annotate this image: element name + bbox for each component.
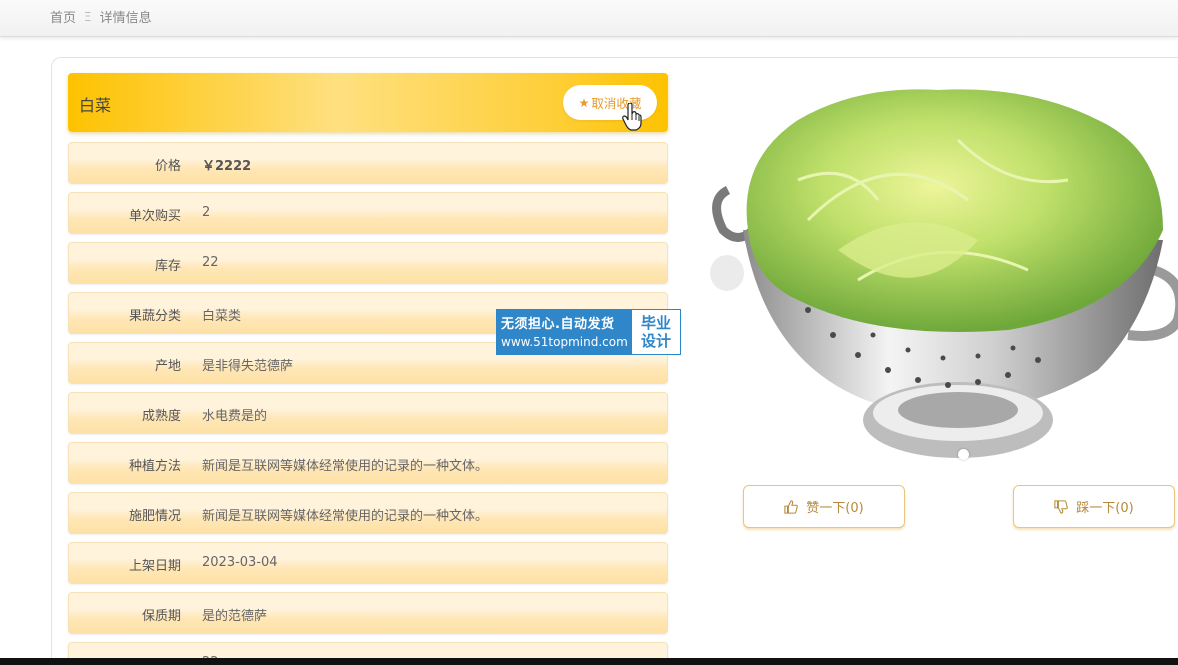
detail-row: 上架日期 2023-03-04 (68, 542, 668, 584)
detail-value: 2023-03-04 (202, 555, 278, 570)
watermark-badge-top: 毕业 (640, 314, 671, 332)
detail-row: 保质期 是的范德萨 (68, 592, 668, 634)
detail-value: 新闻是互联网等媒体经常使用的记录的一种文体。 (202, 459, 489, 474)
detail-label: 价格 (154, 159, 181, 174)
like-label: 赞一下(0) (806, 501, 864, 516)
breadcrumb-separator: Ξ (84, 9, 92, 24)
top-bar: 首页 Ξ 详情信息 (0, 0, 1178, 37)
bottom-strip (0, 658, 1178, 665)
detail-label: 果蔬分类 (128, 309, 181, 324)
detail-label: 单次购买 (128, 209, 181, 224)
product-title-bar: 白菜 ★ 取消收藏 (68, 73, 668, 132)
product-image (712, 89, 1178, 458)
detail-label: 产地 (154, 359, 181, 374)
watermark-slogan: 无须担心.自动发货 (501, 317, 615, 332)
breadcrumb: 首页 Ξ 详情信息 (50, 7, 152, 27)
thumbs-down-icon (1054, 499, 1069, 514)
dislike-label: 踩一下(0) (1076, 501, 1134, 516)
detail-label: 种植方法 (128, 459, 181, 474)
watermark-banner: 无须担心.自动发货 www.51topmind.com 毕业 设计 (496, 309, 681, 355)
cancel-favorite-button[interactable]: ★ 取消收藏 (563, 85, 657, 120)
detail-label: 库存 (154, 259, 181, 274)
star-icon: ★ (578, 95, 590, 110)
like-button[interactable]: 赞一下(0) (743, 485, 905, 528)
carousel-indicator[interactable] (958, 449, 969, 460)
detail-value: 22 (202, 255, 219, 270)
detail-value: 是非得失范德萨 (202, 359, 294, 374)
watermark-badge-bottom: 设计 (640, 332, 671, 350)
detail-value: 是的范德萨 (202, 609, 268, 624)
detail-value: ￥2222 (202, 159, 252, 174)
product-title: 白菜 (79, 96, 112, 115)
detail-label: 保质期 (141, 609, 181, 624)
detail-value: 2 (202, 205, 211, 220)
detail-row: 价格 ￥2222 (68, 142, 668, 184)
detail-value: 白菜类 (202, 309, 242, 324)
detail-label: 上架日期 (128, 559, 181, 574)
carousel-prev-button[interactable] (710, 255, 744, 291)
thumbs-up-icon (784, 499, 799, 514)
detail-label: 成熟度 (141, 409, 181, 424)
detail-label: 施肥情况 (128, 509, 181, 524)
detail-value: 新闻是互联网等媒体经常使用的记录的一种文体。 (202, 509, 489, 524)
detail-row: 施肥情况 新闻是互联网等媒体经常使用的记录的一种文体。 (68, 492, 668, 534)
detail-row: 库存 22 (68, 242, 668, 284)
watermark-url: www.51topmind.com (501, 335, 628, 349)
breadcrumb-current: 详情信息 (99, 11, 152, 26)
dislike-button[interactable]: 踩一下(0) (1013, 485, 1175, 528)
breadcrumb-home-link[interactable]: 首页 (50, 7, 76, 26)
detail-row: 种植方法 新闻是互联网等媒体经常使用的记录的一种文体。 (68, 442, 668, 484)
detail-value: 水电费是的 (202, 409, 268, 424)
hand-cursor-icon (622, 103, 642, 131)
detail-row: 成熟度 水电费是的 (68, 392, 668, 434)
detail-row: 单次购买 2 (68, 192, 668, 234)
